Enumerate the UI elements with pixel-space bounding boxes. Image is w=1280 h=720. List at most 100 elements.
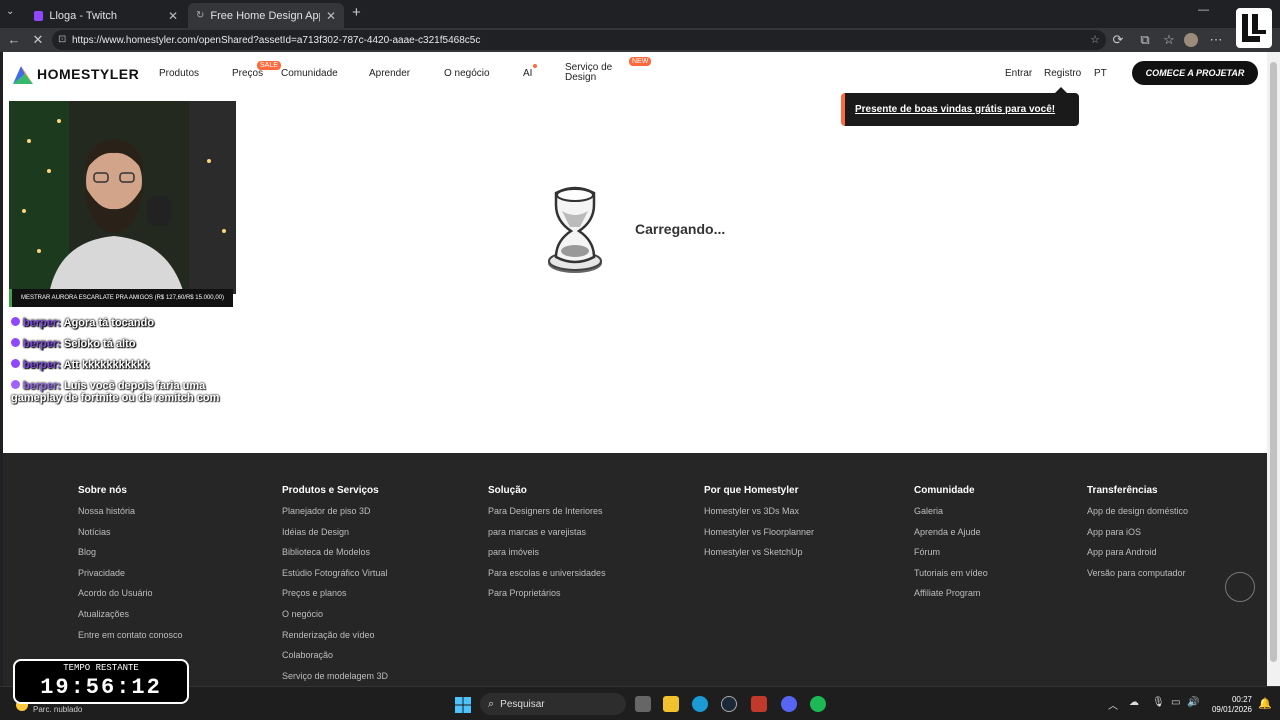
footer-link[interactable]: Fórum: [914, 547, 988, 568]
steam-icon[interactable]: [721, 696, 737, 712]
language-selector[interactable]: PT: [1094, 68, 1107, 79]
footer-link[interactable]: Para escolas e universidades: [488, 568, 606, 589]
network-icon[interactable]: ▭: [1171, 697, 1180, 708]
footer-link[interactable]: Biblioteca de Modelos: [282, 547, 388, 568]
footer-link[interactable]: Privacidade: [78, 568, 183, 589]
footer-link[interactable]: Galeria: [914, 506, 988, 527]
welcome-gift-popup[interactable]: Presente de boas vindas grátis para você…: [841, 87, 1079, 126]
nav-comunidade[interactable]: Comunidade: [281, 68, 338, 79]
close-icon[interactable]: ✕: [326, 9, 336, 23]
footer-link[interactable]: Serviço de modelagem 3D: [282, 671, 388, 686]
favorites-icon[interactable]: ☆: [1159, 32, 1179, 48]
edge-icon[interactable]: [692, 696, 708, 712]
nav-aprender[interactable]: Aprender: [369, 68, 410, 79]
footer-column-solucao: Solução Para Designers de Interiores par…: [488, 485, 606, 609]
footer-link[interactable]: Homestyler vs Floorplanner: [704, 527, 814, 548]
footer-link[interactable]: Entre em contato conosco: [78, 630, 183, 651]
footer-link[interactable]: O negócio: [282, 609, 388, 630]
clock-time: 00:27: [1231, 695, 1252, 704]
footer-link[interactable]: Colaboração: [282, 650, 388, 671]
footer-link[interactable]: App de design doméstico: [1087, 506, 1188, 527]
footer-link[interactable]: Blog: [78, 547, 183, 568]
stream-overlay: MESTRAR AURORA ESCARLATE PRA AMIGOS (R$ …: [9, 101, 236, 421]
browser-tab-bar: ⌄ Lloga - Twitch ✕ ↻ Free Home Design Ap…: [0, 0, 1280, 28]
file-explorer-icon[interactable]: [663, 696, 679, 712]
spotify-icon[interactable]: [810, 696, 826, 712]
footer-link[interactable]: Para Proprietários: [488, 588, 606, 609]
chat-username: berper:: [23, 338, 61, 350]
address-bar[interactable]: ⊡ https://www.homestyler.com/openShared?…: [52, 30, 1106, 50]
volume-icon[interactable]: 🔊: [1187, 697, 1199, 708]
site-info-icon[interactable]: ⊡: [58, 34, 66, 45]
footer-link[interactable]: Nossa história: [78, 506, 183, 527]
extensions-icon[interactable]: ⧉: [1135, 32, 1155, 48]
footer-link[interactable]: Homestyler vs 3Ds Max: [704, 506, 814, 527]
stop-icon[interactable]: ✕: [28, 32, 48, 48]
footer-link[interactable]: Idéias de Design: [282, 527, 388, 548]
homestyler-logo-icon[interactable]: [13, 64, 33, 84]
tray-chevron-icon[interactable]: ︿: [1108, 697, 1118, 712]
footer-link[interactable]: Atualizações: [78, 609, 183, 630]
tab-title: Lloga - Twitch: [49, 9, 118, 22]
windows-start-icon[interactable]: [455, 697, 471, 713]
footer-link[interactable]: Tutoriais em vídeo: [914, 568, 988, 589]
twitch-badge-icon: [11, 317, 20, 326]
tab-twitch[interactable]: Lloga - Twitch ✕: [26, 3, 186, 28]
footer-column-title: Por que Homestyler: [704, 485, 799, 496]
system-clock[interactable]: 00:27 09/01/2026: [1200, 695, 1252, 715]
footer-link[interactable]: Affiliate Program: [914, 588, 988, 609]
notification-bell-icon[interactable]: 🔔: [1258, 697, 1272, 710]
footer-link[interactable]: para imóveis: [488, 547, 606, 568]
chat-support-button[interactable]: [1225, 572, 1255, 602]
profile-avatar[interactable]: [1184, 33, 1198, 47]
footer-link[interactable]: Homestyler vs SketchUp: [704, 547, 814, 568]
page-scrollbar[interactable]: [1267, 52, 1280, 686]
footer-link[interactable]: App para iOS: [1087, 527, 1188, 548]
close-icon[interactable]: ✕: [168, 9, 178, 23]
nav-o-negocio[interactable]: O negócio: [444, 68, 490, 79]
footer-link[interactable]: Para Designers de Interiores: [488, 506, 606, 527]
discord-icon[interactable]: [781, 696, 797, 712]
footer-link[interactable]: Acordo do Usuário: [78, 588, 183, 609]
tab-homestyler[interactable]: ↻ Free Home Design App for Interior ✕: [188, 3, 344, 28]
welcome-gift-link[interactable]: Presente de boas vindas grátis para você…: [855, 104, 1055, 115]
scrollbar-thumb[interactable]: [1270, 62, 1277, 662]
webcam-image: [9, 101, 236, 294]
tab-list-chevron-icon[interactable]: ⌄: [6, 6, 14, 17]
footer-link[interactable]: para marcas e varejistas: [488, 527, 606, 548]
login-link[interactable]: Entrar: [1005, 68, 1032, 79]
favorite-star-icon[interactable]: ☆: [1090, 33, 1100, 46]
refresh-icon[interactable]: ⟳: [1108, 32, 1128, 48]
back-icon[interactable]: ←: [4, 32, 24, 47]
nav-servico-design[interactable]: Serviço de Design: [565, 63, 625, 83]
site-logo-text[interactable]: HOMESTYLER: [37, 66, 139, 82]
site-footer: Sobre nós Nossa história Notícias Blog P…: [3, 453, 1267, 686]
footer-link[interactable]: Preços e planos: [282, 588, 388, 609]
minimize-icon[interactable]: —: [1198, 4, 1209, 16]
microphone-icon[interactable]: 🎙: [1152, 697, 1165, 708]
nav-produtos[interactable]: Produtos: [159, 68, 199, 79]
footer-link[interactable]: Planejador de piso 3D: [282, 506, 388, 527]
footer-link[interactable]: Estúdio Fotográfico Virtual: [282, 568, 388, 589]
start-project-button[interactable]: COMECE A PROJETAR: [1132, 61, 1258, 85]
register-link[interactable]: Registro: [1044, 68, 1081, 79]
browser-toolbar: ← ✕ ⊡ https://www.homestyler.com/openSha…: [0, 28, 1280, 52]
onedrive-icon[interactable]: ☁: [1129, 697, 1139, 708]
clock-date: 09/01/2026: [1211, 705, 1252, 714]
more-menu-icon[interactable]: ⋯: [1206, 32, 1226, 48]
footer-link[interactable]: App para Android: [1087, 547, 1188, 568]
twitch-icon: [34, 10, 44, 21]
loading-spinner-icon: ↻: [196, 10, 205, 21]
chat-message: berper: Att kkkkkkkkkkk: [11, 359, 236, 371]
chat-text: Att kkkkkkkkkkk: [63, 359, 150, 371]
taskbar-search[interactable]: ⌕ Pesquisar: [480, 693, 626, 715]
footer-link[interactable]: Renderização de vídeo: [282, 630, 388, 651]
footer-link[interactable]: Aprenda e Ajude: [914, 527, 988, 548]
streaming-app-icon[interactable]: [751, 696, 767, 712]
task-view-icon[interactable]: [635, 696, 651, 712]
footer-link[interactable]: Notícias: [78, 527, 183, 548]
search-placeholder: Pesquisar: [500, 698, 545, 710]
nav-ai[interactable]: AI: [523, 68, 532, 79]
footer-link[interactable]: Versão para computador: [1087, 568, 1188, 589]
new-tab-icon[interactable]: +: [352, 4, 361, 21]
